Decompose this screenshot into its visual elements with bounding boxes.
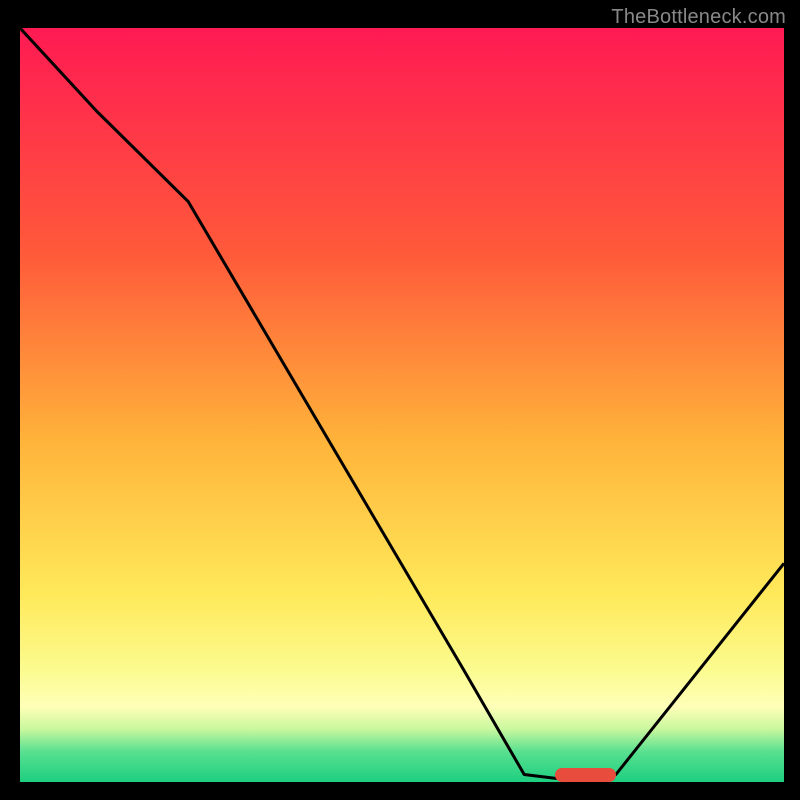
watermark-text: TheBottleneck.com	[611, 6, 786, 29]
optimum-marker	[555, 768, 616, 782]
chart-frame: TheBottleneck.com	[0, 0, 800, 800]
bottleneck-curve	[20, 28, 784, 782]
